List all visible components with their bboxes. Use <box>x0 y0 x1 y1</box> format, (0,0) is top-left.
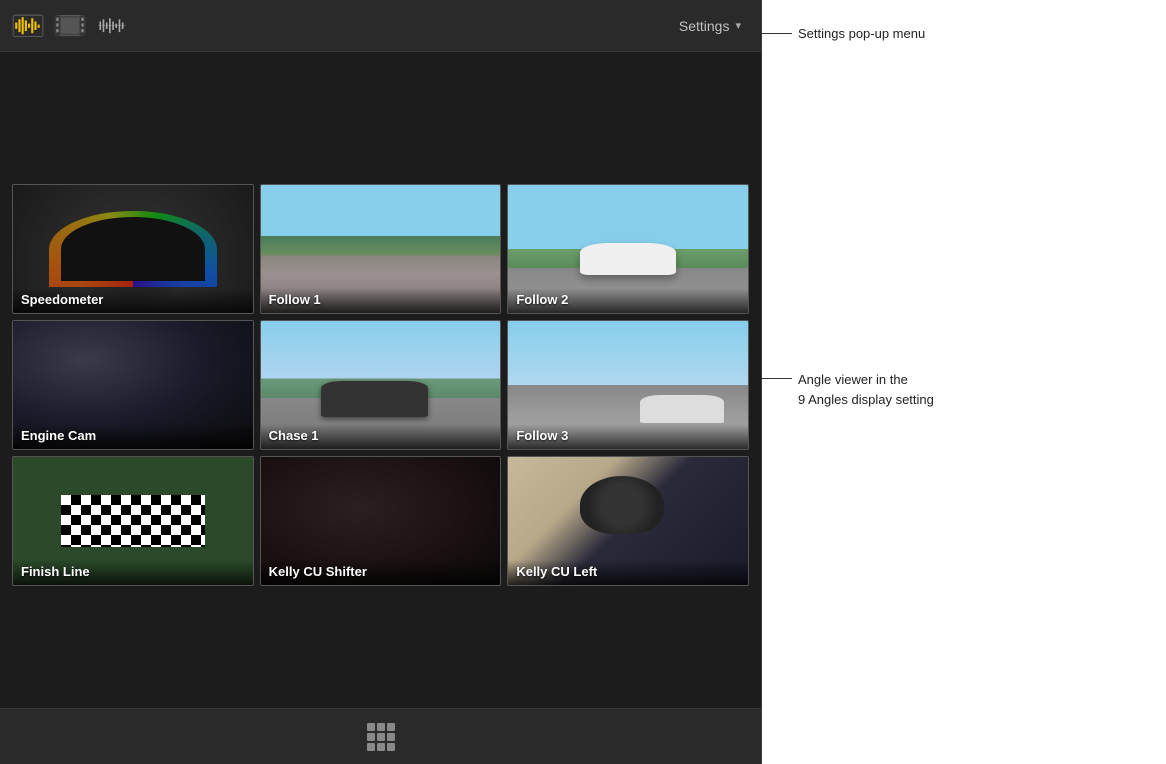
angle-cell-chase1[interactable]: Chase 1 <box>260 320 502 450</box>
main-content: Speedometer Follow 1 Follow 2 Engine Cam… <box>0 52 761 708</box>
angle-viewer-annotation: Angle viewer in the9 Angles display sett… <box>762 370 934 409</box>
angle-cell-follow1[interactable]: Follow 1 <box>260 184 502 314</box>
kelly-left-label: Kelly CU Left <box>508 560 748 585</box>
settings-annotation-text: Settings pop-up menu <box>798 26 925 41</box>
grid-dot-7 <box>367 743 375 751</box>
follow2-label: Follow 2 <box>508 288 748 313</box>
follow3-label: Follow 3 <box>508 424 748 449</box>
speedometer-label: Speedometer <box>13 288 253 313</box>
grid-dot-1 <box>367 723 375 731</box>
settings-label: Settings <box>679 18 730 34</box>
finish-line-label: Finish Line <box>13 560 253 585</box>
engine-cam-label: Engine Cam <box>13 424 253 449</box>
angle-grid: Speedometer Follow 1 Follow 2 Engine Cam… <box>12 184 749 586</box>
angle-cell-engine-cam[interactable]: Engine Cam <box>12 320 254 450</box>
annotation-panel: Settings pop-up menu Angle viewer in the… <box>762 0 1166 764</box>
settings-button[interactable]: Settings ▾ <box>671 14 749 38</box>
grid-dot-6 <box>387 733 395 741</box>
toolbar: Settings ▾ <box>0 0 761 52</box>
follow1-label: Follow 1 <box>261 288 501 313</box>
angle-annotation-text: Angle viewer in the9 Angles display sett… <box>798 370 934 409</box>
angle-cell-finish-line[interactable]: Finish Line <box>12 456 254 586</box>
angle-cell-kelly-shifter[interactable]: Kelly CU Shifter <box>260 456 502 586</box>
grid-dot-3 <box>387 723 395 731</box>
angle-cell-follow3[interactable]: Follow 3 <box>507 320 749 450</box>
audio-waveform-icon[interactable] <box>96 12 128 40</box>
grid-spacer <box>12 64 749 184</box>
chase1-label: Chase 1 <box>261 424 501 449</box>
kelly-shifter-label: Kelly CU Shifter <box>261 560 501 585</box>
grid-dot-5 <box>377 733 385 741</box>
settings-chevron: ▾ <box>735 19 741 32</box>
settings-annotation-line <box>762 33 792 34</box>
toolbar-left <box>12 12 128 40</box>
bottom-bar <box>0 708 761 764</box>
grid-dot-4 <box>367 733 375 741</box>
grid-dot-9 <box>387 743 395 751</box>
angle-viewer-panel: Settings ▾ Speedometer Follow 1 Follow 2 <box>0 0 762 764</box>
grid-view-icon[interactable] <box>367 723 395 751</box>
filmstrip-icon[interactable] <box>54 12 86 40</box>
angle-cell-follow2[interactable]: Follow 2 <box>507 184 749 314</box>
grid-dot-8 <box>377 743 385 751</box>
angle-annotation-line <box>762 378 792 379</box>
angle-cell-kelly-left[interactable]: Kelly CU Left <box>507 456 749 586</box>
grid-dot-2 <box>377 723 385 731</box>
video-waveform-icon[interactable] <box>12 12 44 40</box>
angle-cell-speedometer[interactable]: Speedometer <box>12 184 254 314</box>
settings-annotation: Settings pop-up menu <box>762 26 925 41</box>
